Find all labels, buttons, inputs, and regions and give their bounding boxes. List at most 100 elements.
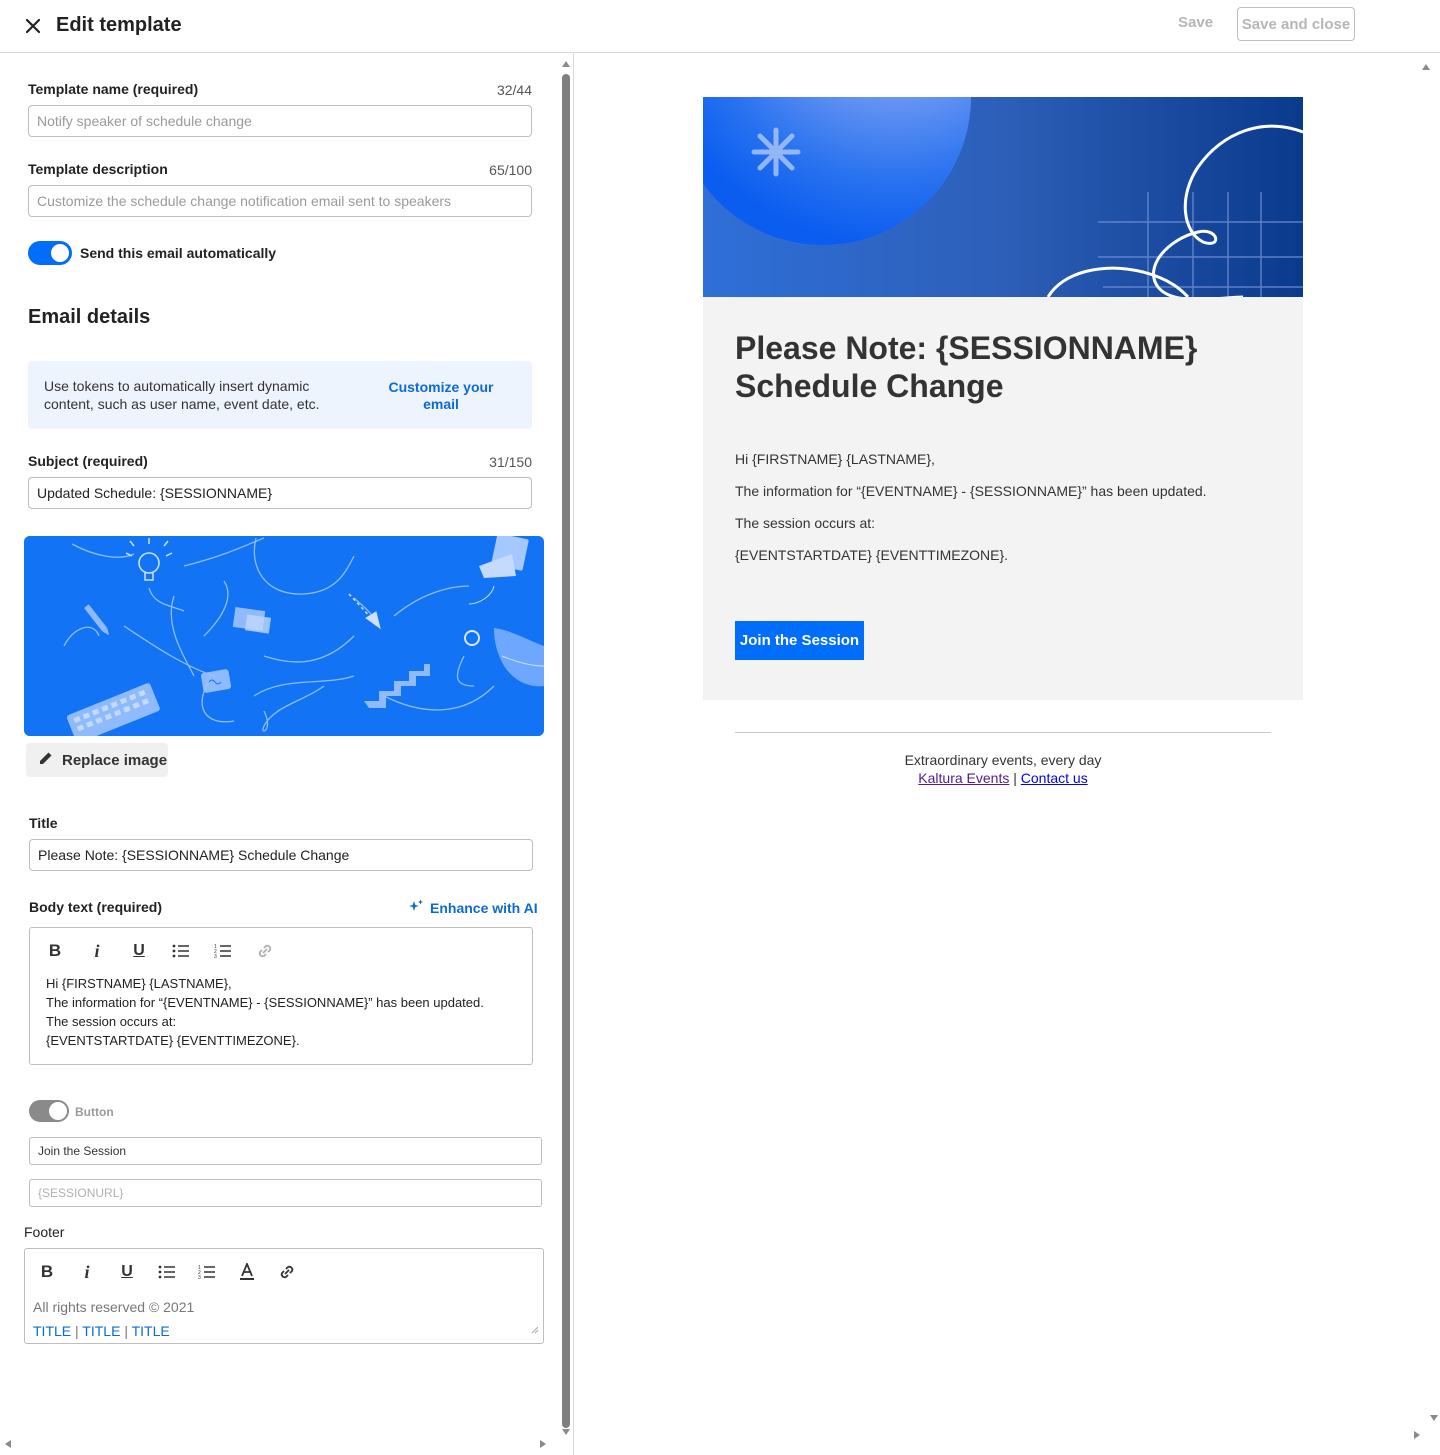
- top-bar: Edit template Save Save and close: [0, 0, 1440, 53]
- subject-label: Subject (required): [28, 453, 148, 469]
- bulleted-list-icon[interactable]: [160, 936, 202, 966]
- body-line: Hi {FIRSTNAME} {LASTNAME},: [46, 976, 232, 991]
- auto-send-toggle[interactable]: [28, 241, 72, 265]
- template-description-input[interactable]: Customize the schedule change notificati…: [28, 185, 532, 217]
- text-color-icon[interactable]: [227, 1257, 267, 1287]
- scroll-left-arrow-icon[interactable]: [4, 1439, 12, 1449]
- link-icon[interactable]: [267, 1257, 307, 1287]
- page-title: Edit template: [56, 14, 182, 36]
- token-info-text: Use tokens to automatically insert dynam…: [44, 377, 334, 413]
- close-icon[interactable]: [22, 14, 44, 38]
- preview-scroll-right-icon[interactable]: [1413, 1430, 1421, 1440]
- underline-icon[interactable]: U: [118, 936, 160, 966]
- email-content-card: Please Note: {SESSIONNAME} Schedule Chan…: [703, 297, 1303, 700]
- footer-label: Footer: [24, 1224, 65, 1240]
- footer-toolbar: B i U 123: [27, 1252, 307, 1292]
- bulleted-list-icon[interactable]: [147, 1257, 187, 1287]
- email-body: Hi {FIRSTNAME} {LASTNAME}, The informati…: [735, 449, 1207, 577]
- token-info-box: Use tokens to automatically insert dynam…: [28, 361, 532, 429]
- sparkle-icon: [408, 899, 424, 916]
- footer-content: All rights reserved © 2021 TITLE | TITLE…: [33, 1295, 194, 1343]
- button-text-input[interactable]: Join the Session: [29, 1137, 542, 1165]
- email-banner-image: [703, 97, 1303, 297]
- enhance-with-ai-link[interactable]: Enhance with AI: [408, 899, 538, 916]
- replace-image-button[interactable]: Replace image: [26, 743, 168, 777]
- email-header-image: [24, 536, 544, 736]
- underline-icon[interactable]: U: [107, 1257, 147, 1287]
- template-description-count: 65/100: [489, 162, 532, 178]
- customize-email-link[interactable]: Customize your email: [386, 379, 496, 413]
- auto-send-label: Send this email automatically: [80, 245, 277, 261]
- svg-text:3: 3: [214, 954, 217, 959]
- save-button[interactable]: Save: [1178, 14, 1213, 31]
- bold-icon[interactable]: B: [27, 1257, 67, 1287]
- email-tagline: Extraordinary events, every day: [904, 752, 1102, 768]
- footer-link-separator: |: [124, 1323, 128, 1339]
- template-name-count: 32/44: [496, 82, 532, 98]
- footer-link[interactable]: TITLE: [33, 1323, 71, 1339]
- template-name-label: Template name (required): [28, 81, 199, 97]
- link-icon[interactable]: [244, 936, 286, 966]
- button-toggle-label: Button: [75, 1105, 114, 1119]
- email-title: Please Note: {SESSIONNAME} Schedule Chan…: [735, 329, 1275, 405]
- pencil-icon: [38, 750, 54, 770]
- footer-link-separator: |: [75, 1323, 79, 1339]
- replace-image-label: Replace image: [62, 751, 168, 769]
- token-info-line: Use tokens to automatically insert dynam…: [44, 378, 310, 394]
- toggle-knob: [51, 244, 69, 262]
- email-body-line: The session occurs at:: [735, 515, 876, 531]
- email-body-line: {EVENTSTARTDATE} {EVENTTIMEZONE}.: [735, 547, 1009, 563]
- body-line: The information for “{EVENTNAME} - {SESS…: [46, 995, 484, 1010]
- email-body-line: The information for “{EVENTNAME} - {SESS…: [735, 483, 1207, 499]
- title-input[interactable]: Please Note: {SESSIONNAME} Schedule Chan…: [29, 839, 533, 871]
- template-name-input[interactable]: Notify speaker of schedule change: [28, 105, 532, 137]
- toggle-knob: [49, 1102, 67, 1120]
- button-toggle[interactable]: [29, 1100, 69, 1122]
- customize-email-link-line: email: [423, 396, 459, 412]
- email-title-line: Please Note: {SESSIONNAME}: [735, 330, 1198, 366]
- kaltura-events-link[interactable]: Kaltura Events: [918, 770, 1009, 786]
- italic-icon[interactable]: i: [67, 1257, 107, 1287]
- body-text-editor[interactable]: B i U 123 Hi {FIRSTNAME} {LASTNAME}, The…: [29, 927, 533, 1065]
- footer-rights-text: All rights reserved © 2021: [33, 1299, 195, 1315]
- email-divider: [735, 732, 1271, 733]
- join-session-button[interactable]: Join the Session: [735, 621, 864, 660]
- footer-editor[interactable]: B i U 123 All rights reserved © 2021 TIT…: [24, 1248, 544, 1344]
- svg-text:3: 3: [198, 1275, 201, 1280]
- token-info-line: content, such as user name, event date, …: [44, 396, 320, 412]
- preview-scroll-down-icon[interactable]: [1429, 1414, 1439, 1422]
- preview-scroll-up-icon[interactable]: [1421, 63, 1431, 71]
- enhance-with-ai-label: Enhance with AI: [430, 899, 538, 916]
- italic-icon[interactable]: i: [76, 936, 118, 966]
- save-and-close-button[interactable]: Save and close: [1237, 7, 1355, 41]
- email-footer-links: Kaltura Events | Contact us: [735, 769, 1271, 787]
- editor-scrollbar-thumb[interactable]: [562, 74, 570, 1428]
- button-url-input[interactable]: {SESSIONURL}: [29, 1179, 542, 1207]
- footer-link[interactable]: TITLE: [132, 1323, 170, 1339]
- body-line: {EVENTSTARTDATE} {EVENTTIMEZONE}.: [46, 1033, 300, 1048]
- numbered-list-icon[interactable]: 123: [187, 1257, 227, 1287]
- contact-us-link[interactable]: Contact us: [1021, 770, 1088, 786]
- editor-panel: Template name (required) 32/44 Notify sp…: [0, 54, 574, 1455]
- title-label: Title: [29, 815, 58, 831]
- email-preview: Please Note: {SESSIONNAME} Schedule Chan…: [575, 54, 1440, 1455]
- email-footer-separator: |: [1013, 770, 1017, 786]
- customize-email-link-line: Customize your: [388, 379, 494, 395]
- body-toolbar: B i U 123: [34, 931, 286, 971]
- resize-handle-icon[interactable]: [531, 1321, 539, 1339]
- template-description-label: Template description: [28, 161, 168, 177]
- footer-link[interactable]: TITLE: [82, 1323, 120, 1339]
- email-body-line: Hi {FIRSTNAME} {LASTNAME},: [735, 451, 935, 467]
- email-title-line: Schedule Change: [735, 368, 1004, 404]
- bold-icon[interactable]: B: [34, 936, 76, 966]
- subject-input[interactable]: Updated Schedule: {SESSIONNAME}: [28, 477, 532, 509]
- email-details-heading: Email details: [28, 306, 151, 328]
- body-text-label: Body text (required): [29, 899, 163, 915]
- scroll-right-arrow-icon[interactable]: [539, 1439, 547, 1449]
- footer-links: TITLE | TITLE | TITLE: [33, 1319, 194, 1343]
- body-text-content: Hi {FIRSTNAME} {LASTNAME}, The informati…: [46, 974, 484, 1050]
- body-line: The session occurs at:: [46, 1014, 177, 1029]
- email-footer: Extraordinary events, every day Kaltura …: [735, 751, 1271, 787]
- numbered-list-icon[interactable]: 123: [202, 936, 244, 966]
- subject-count: 31/150: [489, 454, 532, 470]
